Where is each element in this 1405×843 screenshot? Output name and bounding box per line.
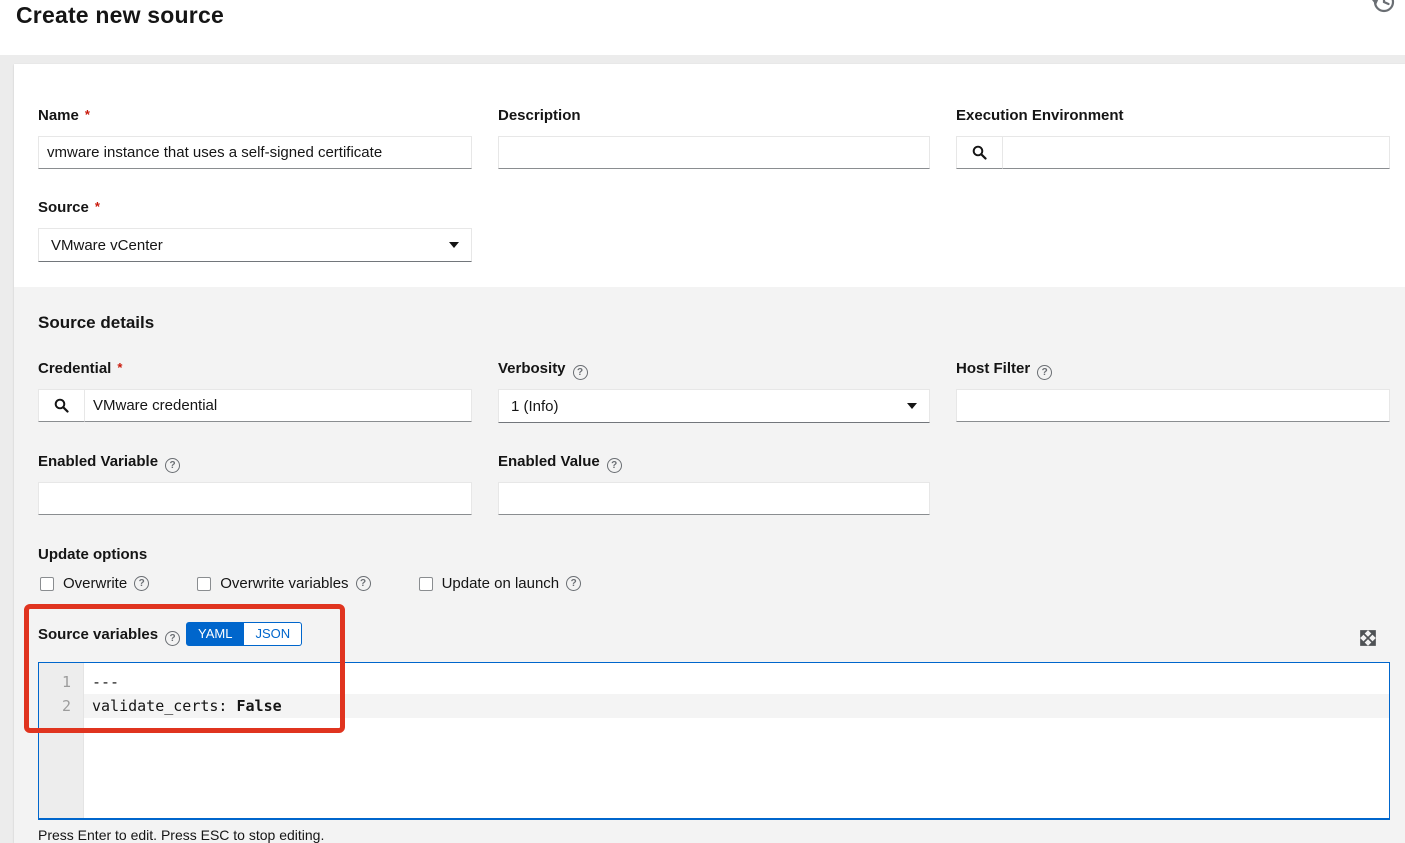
editor-hint: Press Enter to edit. Press ESC to stop e…	[38, 827, 324, 843]
yaml-boolean-token: False	[237, 697, 282, 715]
update-options-checkboxes: Overwrite ? Overwrite variables ? Update…	[40, 575, 629, 592]
enabled-variable-input[interactable]	[38, 482, 472, 515]
screen: Create new source Name* Description Exec…	[0, 0, 1405, 843]
overwrite-variables-checkbox-item: Overwrite variables ?	[197, 575, 370, 592]
editor-gutter: 1 2	[39, 663, 84, 818]
search-icon	[54, 398, 69, 413]
page-header: Create new source	[0, 0, 1405, 55]
update-on-launch-checkbox[interactable]	[419, 577, 433, 591]
overwrite-variables-checkbox[interactable]	[197, 577, 211, 591]
chevron-down-icon	[907, 403, 917, 409]
enabled-value-label: Enabled Value?	[498, 453, 622, 473]
help-icon[interactable]: ?	[165, 631, 180, 646]
json-toggle-button[interactable]: JSON	[244, 622, 302, 646]
credential-search-button[interactable]	[38, 389, 85, 422]
verbosity-select[interactable]: 1 (Info)	[498, 389, 930, 423]
source-select[interactable]: VMware vCenter	[38, 228, 472, 262]
overwrite-checkbox-label: Overwrite	[63, 575, 127, 592]
chevron-down-icon	[449, 242, 459, 248]
required-marker: *	[85, 107, 90, 122]
host-filter-input[interactable]	[956, 389, 1390, 422]
host-filter-label: Host Filter?	[956, 360, 1052, 380]
description-label: Description	[498, 107, 581, 124]
overwrite-checkbox[interactable]	[40, 577, 54, 591]
credential-label: Credential*	[38, 360, 122, 377]
source-label: Source*	[38, 199, 100, 216]
required-marker: *	[117, 360, 122, 375]
source-select-value: VMware vCenter	[51, 237, 449, 254]
update-on-launch-checkbox-label: Update on launch	[442, 575, 560, 592]
required-marker: *	[95, 199, 100, 214]
line-number: 2	[39, 694, 83, 718]
name-input[interactable]	[38, 136, 472, 169]
source-variables-label: Source variables?	[38, 626, 180, 646]
credential-input[interactable]	[85, 389, 472, 422]
help-icon[interactable]: ?	[356, 576, 371, 591]
help-icon[interactable]: ?	[566, 576, 581, 591]
history-icon-glyph	[1371, 0, 1397, 14]
help-icon[interactable]: ?	[573, 365, 588, 380]
help-icon[interactable]: ?	[1037, 365, 1052, 380]
overwrite-checkbox-item: Overwrite ?	[40, 575, 149, 592]
name-label: Name*	[38, 107, 90, 124]
code-line-1: ---	[84, 670, 1389, 694]
execution-environment-input[interactable]	[1003, 136, 1390, 169]
source-details-heading: Source details	[38, 313, 154, 333]
search-icon	[972, 145, 987, 160]
help-icon[interactable]: ?	[607, 458, 622, 473]
line-number: 1	[39, 670, 83, 694]
expand-arrows-icon	[1359, 629, 1377, 647]
source-variables-mode-toggle: YAML JSON	[186, 622, 302, 646]
execution-environment-lookup	[956, 136, 1390, 169]
description-input[interactable]	[498, 136, 930, 169]
verbosity-label: Verbosity?	[498, 360, 588, 380]
page-title: Create new source	[16, 2, 224, 29]
help-icon[interactable]: ?	[134, 576, 149, 591]
execution-environment-search-button[interactable]	[956, 136, 1003, 169]
update-on-launch-checkbox-item: Update on launch ?	[419, 575, 582, 592]
history-icon[interactable]	[1371, 0, 1397, 14]
execution-environment-label: Execution Environment	[956, 107, 1124, 124]
update-options-label: Update options	[38, 546, 147, 563]
enabled-variable-label: Enabled Variable?	[38, 453, 180, 473]
yaml-toggle-button[interactable]: YAML	[186, 622, 244, 646]
source-variables-editor[interactable]: 1 2 --- validate_certs: False	[38, 662, 1390, 820]
verbosity-select-value: 1 (Info)	[511, 398, 907, 415]
credential-lookup	[38, 389, 472, 422]
enabled-value-input[interactable]	[498, 482, 930, 515]
editor-code-area: --- validate_certs: False	[84, 663, 1389, 818]
help-icon[interactable]: ?	[165, 458, 180, 473]
code-line-2: validate_certs: False	[84, 694, 1389, 718]
overwrite-variables-checkbox-label: Overwrite variables	[220, 575, 348, 592]
expand-button[interactable]	[1359, 629, 1377, 647]
